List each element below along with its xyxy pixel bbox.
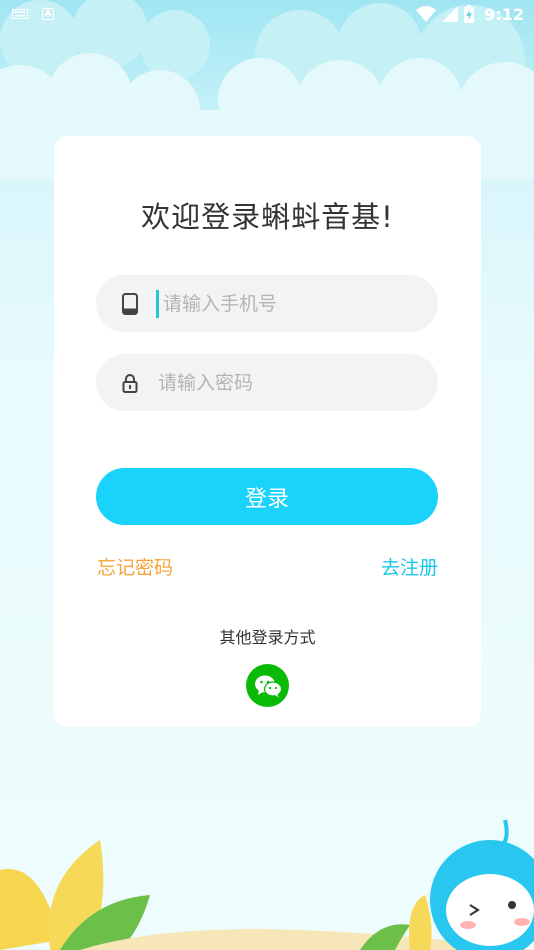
keyboard-icon	[12, 9, 28, 19]
register-link[interactable]: 去注册	[381, 553, 438, 580]
mascot-illustration	[430, 819, 534, 950]
page-title: 欢迎登录蝌蚪音基!	[141, 200, 394, 234]
status-bar: A 9:12	[0, 0, 534, 28]
password-field[interactable]	[96, 354, 438, 411]
phone-field[interactable]	[96, 275, 438, 332]
status-right: 9:12	[416, 5, 524, 24]
other-login-label: 其他登录方式	[219, 628, 316, 647]
status-left: A	[12, 8, 54, 20]
login-button[interactable]: 登录	[96, 468, 438, 525]
bottom-decoration	[0, 819, 534, 950]
status-time: 9:12	[484, 4, 524, 24]
phone-icon	[120, 292, 140, 316]
wechat-icon	[254, 675, 282, 697]
login-card: 欢迎登录蝌蚪音基! 登录 忘记密码 去注册 其他登录方式	[54, 136, 481, 727]
wechat-login-button[interactable]	[246, 664, 289, 707]
a-icon: A	[42, 8, 54, 20]
wifi-icon	[416, 6, 437, 22]
password-input[interactable]	[158, 371, 398, 394]
phone-input[interactable]	[163, 292, 403, 315]
forgot-password-link[interactable]: 忘记密码	[97, 553, 173, 580]
battery-charging-icon	[464, 5, 475, 23]
signal-icon	[442, 6, 459, 22]
text-cursor	[156, 289, 159, 318]
lock-icon	[120, 371, 140, 395]
